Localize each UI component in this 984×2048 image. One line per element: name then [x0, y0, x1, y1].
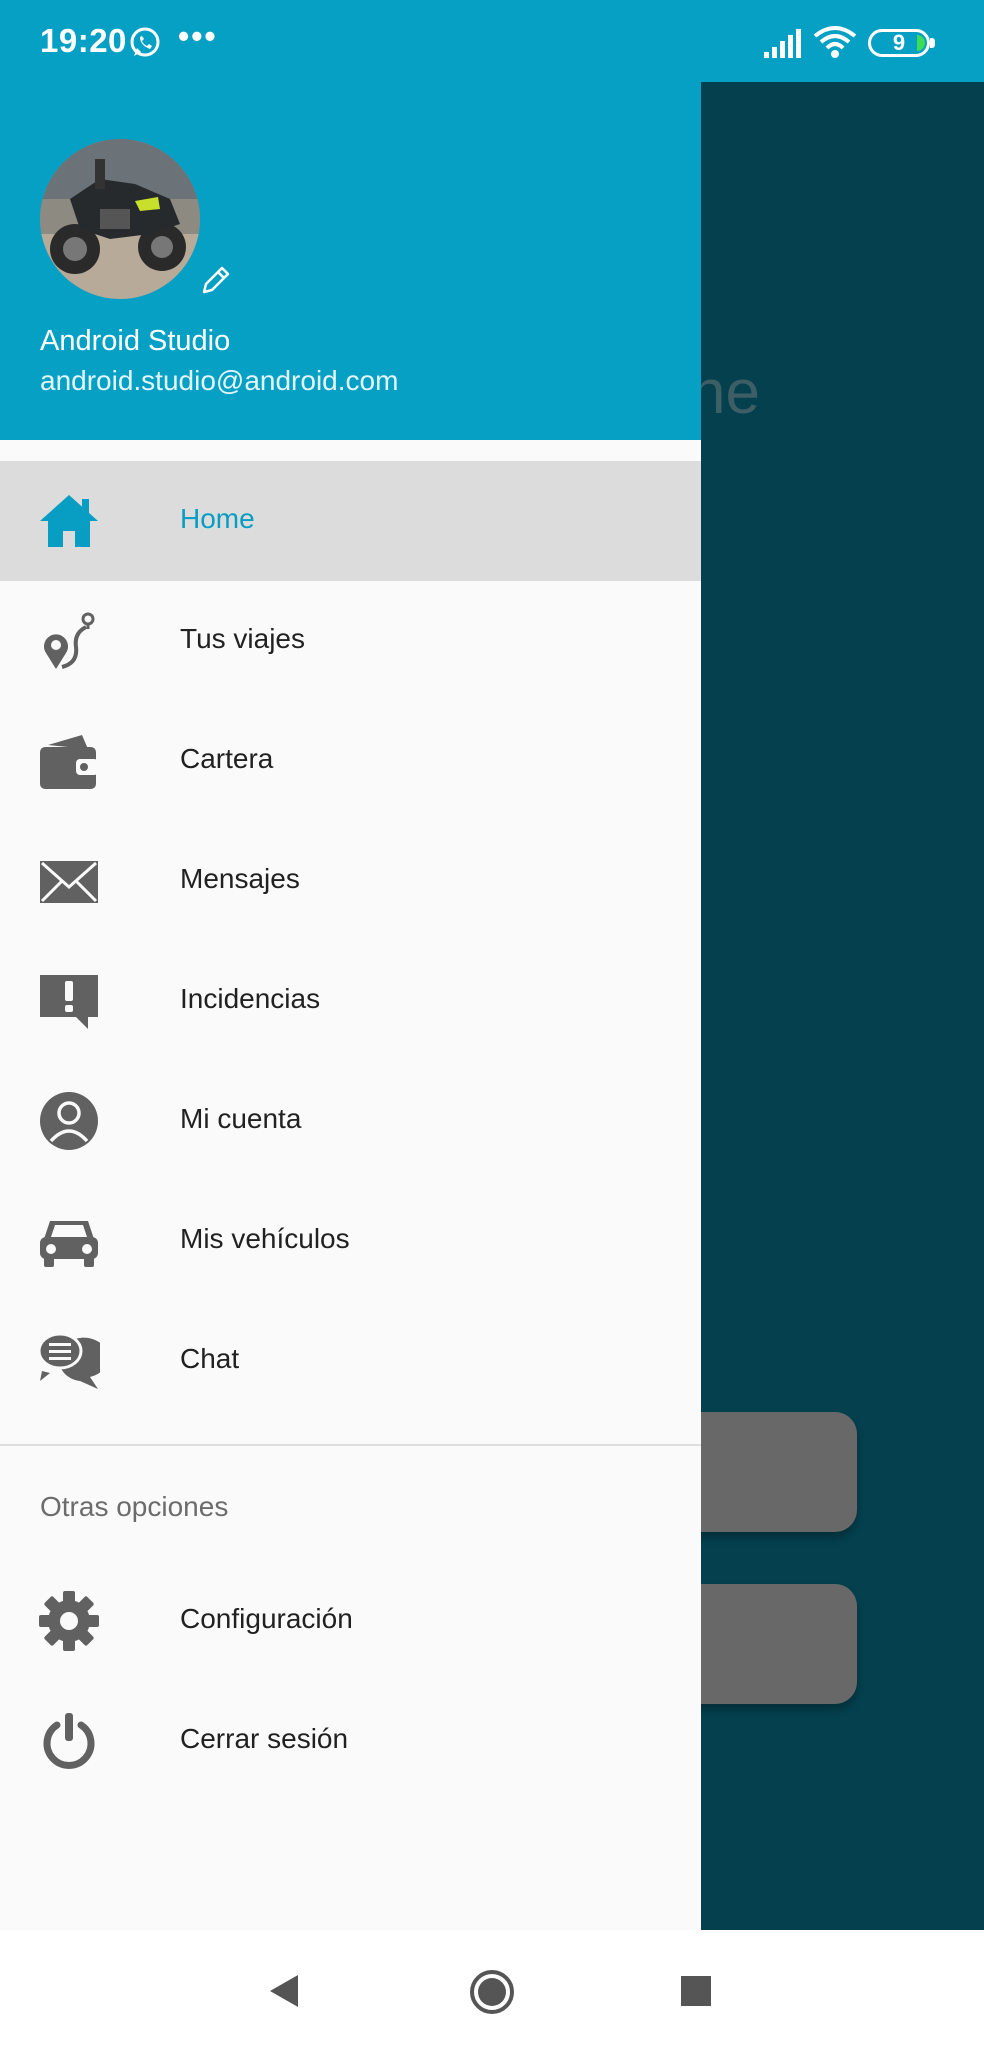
menu-item-tus-viajes[interactable]: Tus viajes: [0, 581, 701, 701]
home-nav-icon[interactable]: [468, 1968, 516, 2016]
drawer-menu: Home Tus viajes Cartera Mensajes Inciden…: [0, 461, 701, 1421]
power-icon: [38, 1711, 100, 1771]
mail-icon: [38, 851, 100, 911]
menu-item-label: Mis vehículos: [180, 1223, 350, 1254]
divider: [0, 1444, 701, 1446]
background-app-scrim[interactable]: che ?: [700, 82, 984, 1930]
menu-item-label: Cerrar sesión: [180, 1723, 349, 1754]
menu-item-label: Incidencias: [180, 983, 321, 1014]
background-button-1: [700, 1412, 857, 1532]
home-icon: [38, 491, 100, 551]
status-time: 19:20: [40, 22, 127, 59]
battery-level: 9: [892, 30, 906, 55]
more-notifications-indicator: •••: [178, 18, 218, 54]
menu-item-mis-vehiculos[interactable]: Mis vehículos: [0, 1181, 701, 1301]
menu-item-home[interactable]: Home: [0, 461, 701, 581]
background-partial-text: che ?: [700, 358, 760, 427]
account-icon: [38, 1091, 100, 1151]
battery-icon: 9: [868, 29, 935, 57]
menu-item-label: Home: [180, 503, 255, 534]
wallet-icon: [38, 731, 100, 791]
recents-icon[interactable]: [681, 1976, 711, 2006]
signal-icon: [764, 29, 801, 58]
alert-comment-icon: [38, 971, 100, 1031]
menu-item-label: Mensajes: [180, 863, 300, 894]
drawer-header: Android Studio android.studio@android.co…: [0, 82, 701, 440]
back-icon[interactable]: [266, 1973, 302, 2009]
menu-item-label: Chat: [180, 1343, 240, 1374]
menu-item-label: Tus viajes: [180, 623, 306, 654]
user-name: Android Studio: [40, 325, 231, 357]
gear-icon: [38, 1591, 100, 1651]
avatar[interactable]: [40, 139, 200, 299]
pencil-icon[interactable]: [198, 264, 232, 298]
menu-item-mi-cuenta[interactable]: Mi cuenta: [0, 1061, 701, 1181]
menu-item-label: Mi cuenta: [180, 1103, 302, 1134]
chat-icon: [38, 1331, 100, 1391]
background-button-2: [700, 1584, 857, 1704]
whatsapp-icon: [130, 27, 160, 57]
navigation-drawer: Android Studio android.studio@android.co…: [0, 82, 701, 1930]
menu-item-label: Cartera: [180, 743, 274, 774]
menu-item-configuracion[interactable]: Configuración: [0, 1561, 701, 1681]
menu-item-incidencias[interactable]: Incidencias: [0, 941, 701, 1061]
menu-item-label: Configuración: [180, 1603, 353, 1634]
section-title: Otras opciones: [40, 1491, 229, 1522]
status-bar: 19:20 ••• 9: [0, 0, 984, 82]
menu-item-chat[interactable]: Chat: [0, 1301, 701, 1421]
motorcycle-photo: [40, 139, 200, 299]
wifi-icon: [813, 26, 857, 58]
drawer-menu-other: Configuración Cerrar sesión: [0, 1561, 701, 1801]
menu-item-cerrar-sesion[interactable]: Cerrar sesión: [0, 1681, 701, 1801]
system-nav-bar: [0, 1930, 984, 2048]
route-icon: [38, 611, 100, 671]
menu-item-mensajes[interactable]: Mensajes: [0, 821, 701, 941]
menu-item-cartera[interactable]: Cartera: [0, 701, 701, 821]
car-icon: [38, 1211, 100, 1271]
user-email: android.studio@android.com: [40, 365, 399, 396]
